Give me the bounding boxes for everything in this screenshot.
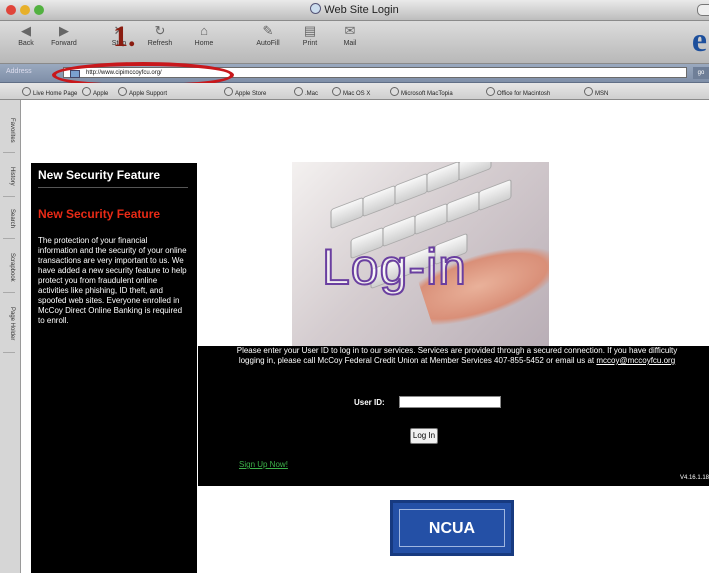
- side-tab-search[interactable]: Search: [3, 200, 15, 239]
- explorer-side-tabs: Favorites History Search Scrapbook Page …: [0, 100, 21, 573]
- security-panel-text: The protection of your financial informa…: [38, 236, 187, 325]
- favorite-link[interactable]: Apple: [82, 87, 108, 97]
- login-hero-image: Log-in: [292, 162, 549, 346]
- home-button[interactable]: ⌂ Home: [184, 23, 224, 48]
- go-button[interactable]: go: [693, 67, 709, 79]
- login-instructions: Please enter your User ID to log in to o…: [236, 346, 678, 365]
- favorite-link[interactable]: MSN: [584, 87, 608, 97]
- favorite-link[interactable]: Mac OS X: [332, 87, 370, 97]
- side-tab-scrapbook[interactable]: Scrapbook: [3, 242, 15, 293]
- side-tab-page-holder[interactable]: Page Holder: [3, 296, 15, 353]
- globe-icon: [310, 3, 322, 14]
- login-title-art: Log-in: [321, 238, 467, 296]
- toolbar: ◀ Back ▶ Forward ✕ Stop ↻ Refresh ⌂ Home ✎ Aut…: [0, 20, 709, 64]
- favorite-link[interactable]: Apple Support: [118, 87, 167, 97]
- step-annotation: 1.: [113, 20, 136, 53]
- security-panel-subheading: New Security Feature: [38, 207, 161, 221]
- side-tab-favorites[interactable]: Favorites: [3, 108, 15, 153]
- browser-logo-icon: e: [691, 22, 707, 59]
- divider: [38, 187, 188, 188]
- favorite-link[interactable]: Apple Store: [224, 87, 266, 97]
- user-id-input[interactable]: [399, 396, 501, 408]
- favorite-link[interactable]: .Mac: [294, 87, 318, 97]
- autofill-button[interactable]: ✎ AutoFill: [248, 23, 288, 48]
- security-panel-heading: New Security Feature: [38, 168, 161, 182]
- back-arrow-icon: ◀: [21, 23, 31, 38]
- toolbar-toggle-button[interactable]: [697, 4, 709, 16]
- login-form: Please enter your User ID to log in to o…: [198, 346, 709, 486]
- log-in-button[interactable]: Log In: [410, 428, 438, 444]
- security-info-panel: New Security Feature New Security Featur…: [31, 163, 197, 573]
- side-tab-history[interactable]: History: [3, 156, 15, 197]
- user-id-label: User ID:: [354, 398, 385, 407]
- favorite-link[interactable]: Microsoft MacTopia: [390, 87, 453, 97]
- forward-arrow-icon: ▶: [59, 23, 69, 38]
- email-link[interactable]: mccoy@mccoyfcu.org: [596, 356, 675, 365]
- sign-up-link[interactable]: Sign Up Now!: [239, 460, 288, 469]
- title-bar: Web Site Login: [0, 0, 709, 21]
- back-button[interactable]: ◀ Back: [6, 23, 46, 48]
- print-button[interactable]: ▤ Print: [290, 23, 330, 48]
- ncua-logo-text: NCUA: [399, 509, 505, 547]
- mail-icon: ✉: [344, 23, 356, 38]
- mail-button[interactable]: ✉ Mail: [330, 23, 370, 48]
- home-icon: ⌂: [200, 23, 208, 38]
- favorites-bar: Live Home Page Apple Apple Support Apple…: [0, 83, 709, 100]
- favorite-link[interactable]: Office for Macintosh: [486, 87, 550, 97]
- favorite-link[interactable]: Live Home Page: [22, 87, 77, 97]
- version-text: V4.16.1.18: [679, 475, 709, 481]
- forward-button[interactable]: ▶ Forward: [44, 23, 84, 48]
- address-label: Address: [6, 68, 32, 75]
- autofill-icon: ✎: [262, 23, 274, 38]
- window-title: Web Site Login: [0, 3, 709, 16]
- refresh-button[interactable]: ↻ Refresh: [140, 23, 180, 48]
- print-icon: ▤: [303, 23, 317, 38]
- refresh-icon: ↻: [154, 23, 166, 38]
- ncua-badge: NCUA: [390, 500, 514, 556]
